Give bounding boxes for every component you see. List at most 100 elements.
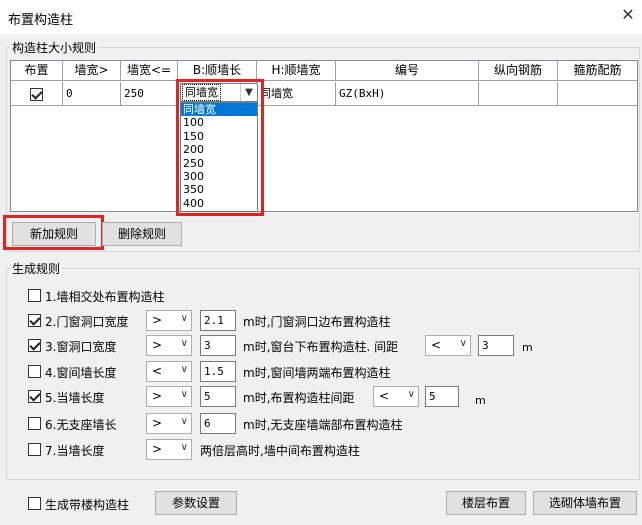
rule-7-operator[interactable]: > ∨ bbox=[146, 439, 192, 460]
rules-table: 布置 墙宽> 墙宽<= B:顺墙长 H:顺墙宽 编号 纵向钢筋 箍筋配筋 0 2… bbox=[10, 60, 638, 212]
rule-3-input-2[interactable]: 3 bbox=[478, 335, 514, 356]
rule-5-label: 5.当墙长度 bbox=[45, 391, 105, 405]
col-header-place[interactable]: 布置 bbox=[11, 61, 63, 81]
rule-7-checkbox[interactable] bbox=[28, 443, 41, 456]
rule-5-operator[interactable]: > ∨ bbox=[146, 386, 192, 407]
col-header-rebar[interactable]: 纵向钢筋 bbox=[479, 61, 558, 81]
rule-2-label: 2.门窗洞口宽度 bbox=[45, 315, 129, 329]
rule-2-input[interactable]: 2.1 bbox=[200, 310, 236, 331]
dropdown-option[interactable]: 200 bbox=[181, 143, 257, 156]
dialog: 布置构造柱 ✕ 构造柱大小规则 布置 墙宽> 墙宽<= B:顺墙长 H:顺墙宽 … bbox=[0, 0, 642, 525]
chevron-down-icon: ∨ bbox=[180, 389, 188, 400]
rule-3-suffix: m时,窗台下布置构造柱. 间距 bbox=[243, 340, 399, 354]
rule-6-operator-value: > bbox=[152, 416, 163, 430]
dropdown-option[interactable]: 300 bbox=[181, 170, 257, 183]
rule-3-operator-value: > bbox=[152, 338, 163, 352]
gen-stair-label: 生成带楼构造柱 bbox=[45, 498, 130, 512]
gen-stair-checkbox[interactable] bbox=[28, 497, 41, 510]
close-icon[interactable]: ✕ bbox=[619, 6, 637, 24]
dropdown-option[interactable]: 400 bbox=[181, 197, 257, 210]
rule-6-operator[interactable]: > ∨ bbox=[146, 413, 192, 434]
dropdown-option[interactable]: 250 bbox=[181, 157, 257, 170]
gen-rules-label: 生成规则 bbox=[10, 260, 63, 277]
b-value-combo[interactable]: 同墙宽 ▼ bbox=[180, 83, 258, 102]
rule-5-suffix: m时,布置构造柱间距 bbox=[243, 391, 355, 405]
col-header-h[interactable]: H:顺墙宽 bbox=[257, 61, 336, 81]
rule-6-checkbox[interactable] bbox=[28, 417, 41, 430]
delete-rule-button[interactable]: 删除规则 bbox=[102, 222, 182, 246]
param-settings-button[interactable]: 参数设置 bbox=[155, 491, 237, 515]
rule-6-suffix: m时,无支座墙端部布置构造柱 bbox=[243, 418, 403, 432]
dropdown-option[interactable]: 350 bbox=[181, 183, 257, 196]
col-header-max-width[interactable]: 墙宽<= bbox=[121, 61, 178, 81]
rule-3-unit: m bbox=[522, 341, 533, 354]
rule-3-input[interactable]: 3 bbox=[200, 335, 236, 356]
rule-1: 1.墙相交处布置构造柱 bbox=[28, 285, 328, 307]
rule-6-label: 6.无支座墙长 bbox=[45, 418, 117, 432]
gen-stair-option: 生成带楼构造柱 bbox=[28, 493, 158, 515]
cell-h[interactable]: 同墙宽 bbox=[257, 82, 336, 106]
rule-5-operator-value: > bbox=[152, 389, 163, 403]
floor-place-button[interactable]: 楼层布置 bbox=[446, 491, 526, 515]
rule-5-unit: m bbox=[475, 394, 486, 407]
chevron-down-icon[interactable]: ▼ bbox=[240, 84, 257, 101]
rule-7-operator-value: > bbox=[152, 442, 163, 456]
col-header-min-width[interactable]: 墙宽> bbox=[63, 61, 121, 81]
rule-4-operator[interactable]: < ∨ bbox=[146, 361, 192, 382]
rule-4-input[interactable]: 1.5 bbox=[200, 361, 236, 382]
chevron-down-icon: ∨ bbox=[180, 338, 188, 349]
rule-2-checkbox[interactable] bbox=[28, 314, 41, 327]
rule-3-operator-2[interactable]: < ∨ bbox=[425, 335, 471, 356]
col-header-code[interactable]: 编号 bbox=[336, 61, 479, 81]
b-value-current: 同墙宽 bbox=[182, 84, 221, 101]
rule-5: 5.当墙长度 > ∨ 5 m时,布置构造柱间距 < ∨ 5 m bbox=[28, 386, 628, 408]
rule-1-label: 1.墙相交处布置构造柱 bbox=[45, 290, 165, 304]
rule-2: 2.门窗洞口宽度 > ∨ 2.1 m时,门窗洞口边布置构造柱 bbox=[28, 310, 628, 332]
col-header-stirrup[interactable]: 箍筋配筋 bbox=[558, 61, 637, 81]
size-rules-label: 构造柱大小规则 bbox=[10, 39, 99, 56]
add-rule-button[interactable]: 新加规则 bbox=[12, 222, 96, 246]
rule-2-suffix: m时,门窗洞口边布置构造柱 bbox=[243, 315, 391, 329]
rule-4-operator-value: < bbox=[152, 364, 163, 378]
rule-6: 6.无支座墙长 > ∨ 6 m时,无支座墙端部布置构造柱 bbox=[28, 413, 628, 435]
rule-5-input-2[interactable]: 5 bbox=[425, 386, 459, 407]
rule-3-checkbox[interactable] bbox=[28, 339, 41, 352]
rule-5-operator-2[interactable]: < ∨ bbox=[373, 386, 419, 407]
rule-1-checkbox[interactable] bbox=[28, 289, 41, 302]
select-wall-place-button[interactable]: 选砌体墙布置 bbox=[533, 491, 637, 515]
cell-stirrup[interactable] bbox=[558, 82, 637, 106]
rule-6-input[interactable]: 6 bbox=[200, 413, 236, 434]
window-title: 布置构造柱 bbox=[8, 13, 74, 28]
rule-4-suffix: m时,窗间墙两端布置构造柱 bbox=[243, 366, 391, 380]
rule-5-input[interactable]: 5 bbox=[200, 386, 236, 407]
rule-4-checkbox[interactable] bbox=[28, 365, 41, 378]
chevron-down-icon: ∨ bbox=[180, 313, 188, 324]
dropdown-option[interactable]: 同墙宽 bbox=[181, 103, 257, 117]
rule-5-checkbox[interactable] bbox=[28, 390, 41, 403]
col-header-b[interactable]: B:顺墙长 bbox=[178, 61, 257, 81]
dropdown-option[interactable]: 150 bbox=[181, 130, 257, 143]
rule-3-operator[interactable]: > ∨ bbox=[146, 335, 192, 356]
rule-5-operator-2-value: < bbox=[379, 389, 390, 403]
rule-3-operator-2-value: < bbox=[431, 338, 442, 352]
rule-7-suffix: 两倍层高时,墙中间布置构造柱 bbox=[200, 444, 360, 458]
cell-rebar[interactable] bbox=[479, 82, 558, 106]
dropdown-option[interactable]: 100 bbox=[181, 116, 257, 129]
rule-3: 3.窗洞口宽度 > ∨ 3 m时,窗台下布置构造柱. 间距 < ∨ 3 m bbox=[28, 335, 628, 357]
chevron-down-icon: ∨ bbox=[459, 338, 467, 349]
chevron-down-icon: ∨ bbox=[407, 389, 415, 400]
rule-2-operator[interactable]: > ∨ bbox=[146, 310, 192, 331]
cell-min-width[interactable]: 0 bbox=[63, 82, 121, 106]
chevron-down-icon: ∨ bbox=[180, 442, 188, 453]
rule-4-label: 4.窗间墙长度 bbox=[45, 366, 117, 380]
title-bar: 布置构造柱 ✕ bbox=[0, 0, 642, 34]
rule-7: 7.当墙长度 > ∨ 两倍层高时,墙中间布置构造柱 bbox=[28, 439, 628, 461]
b-value-dropdown: 同墙宽 100 150 200 250 300 350 400 bbox=[180, 102, 258, 212]
place-checkbox[interactable] bbox=[30, 87, 43, 101]
rule-3-label: 3.窗洞口宽度 bbox=[45, 340, 117, 354]
cell-max-width[interactable]: 250 bbox=[121, 82, 178, 106]
cell-code[interactable]: GZ(BxH) bbox=[336, 82, 479, 106]
cell-place bbox=[11, 82, 63, 106]
table-header: 布置 墙宽> 墙宽<= B:顺墙长 H:顺墙宽 编号 纵向钢筋 箍筋配筋 bbox=[11, 61, 637, 81]
chevron-down-icon: ∨ bbox=[180, 416, 188, 427]
